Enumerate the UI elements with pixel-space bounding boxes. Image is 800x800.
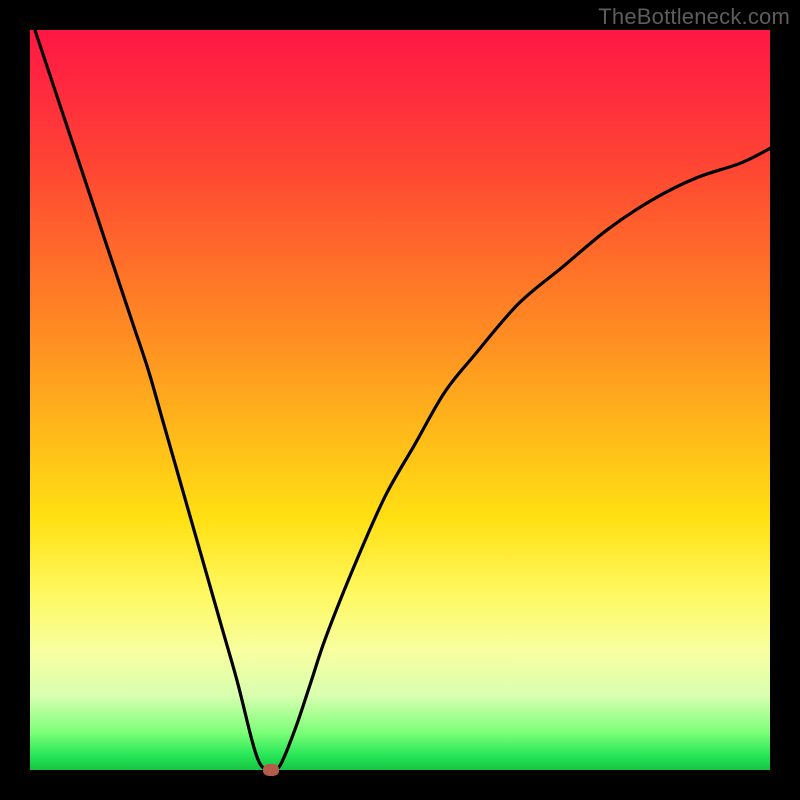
plot-area [30,30,770,770]
bottleneck-curve [30,30,770,770]
optimal-point-marker [263,764,279,776]
watermark-text: TheBottleneck.com [598,4,790,30]
chart-frame: TheBottleneck.com [0,0,800,800]
